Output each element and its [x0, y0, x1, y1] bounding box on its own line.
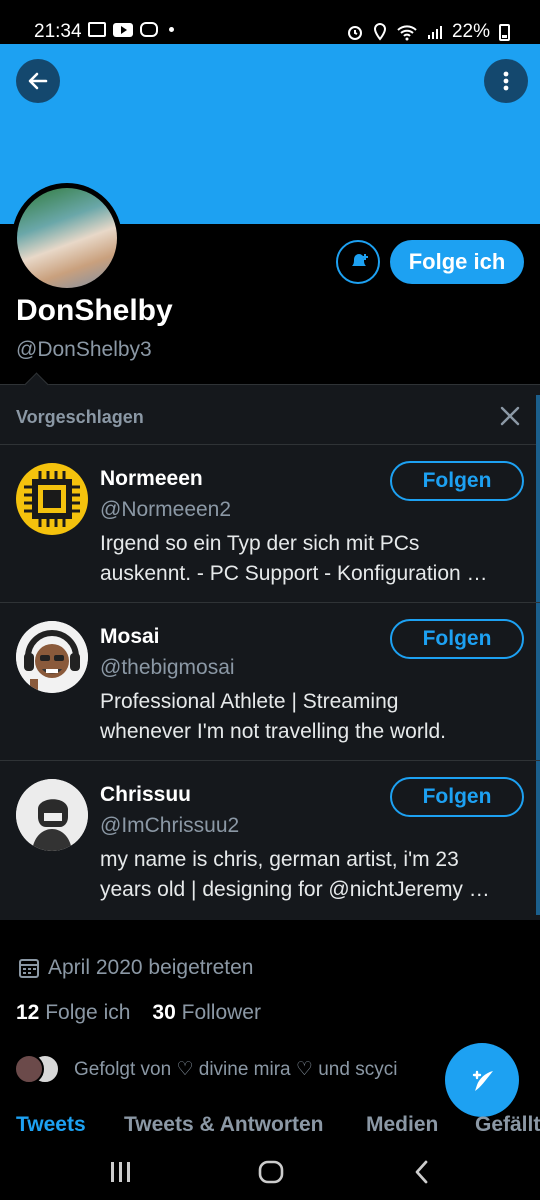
follow-user-button[interactable]: Folgen: [390, 619, 524, 659]
suggested-header: Vorgeschlagen: [0, 385, 540, 445]
calendar-icon: [19, 959, 39, 978]
compose-tweet-button[interactable]: [445, 1043, 519, 1117]
user-avatar: [16, 779, 88, 851]
sketch-avatar-icon: [16, 779, 88, 851]
location-icon: [373, 23, 386, 41]
follow-user-button[interactable]: Folgen: [390, 461, 524, 501]
battery-icon: [499, 23, 510, 41]
more-notifications-icon: [169, 27, 174, 32]
tab-likes[interactable]: Gefällt: [475, 1113, 540, 1137]
android-nav-bar: [0, 1146, 540, 1200]
user-bio: Irgend so ein Typ der sich mit PCs auske…: [100, 529, 520, 589]
mutual-avatars: [14, 1052, 62, 1086]
bio-line: whenever I'm not travelling the world.: [100, 720, 447, 743]
joined-date: April 2020 beigetreten: [18, 956, 253, 980]
follow-counts: 12 Folge ich 30 Follower: [16, 1001, 261, 1025]
user-name: Mosai: [100, 625, 160, 648]
followers-label: Follower: [181, 1001, 261, 1024]
user-bio: my name is chris, german artist, i'm 23 …: [100, 845, 520, 905]
follow-button[interactable]: Folge ich: [390, 240, 524, 284]
battery-percent: 22%: [451, 21, 490, 42]
cartoon-avatar-icon: [16, 621, 88, 693]
user-name: Normeeen: [100, 467, 203, 490]
user-handle: @ImChrissuu2: [100, 814, 240, 837]
user-bio: Professional Athlete | Streaming wheneve…: [100, 687, 520, 747]
nav-back-icon[interactable]: [410, 1158, 434, 1186]
tab-tweets[interactable]: Tweets: [16, 1113, 86, 1137]
youtube-icon: [113, 22, 133, 37]
notifications-button[interactable]: [336, 240, 380, 284]
user-avatar: [16, 621, 88, 693]
user-handle: @Normeeen2: [100, 498, 232, 521]
cpu-chip-icon: [24, 471, 80, 527]
notification-icons: [88, 22, 174, 37]
user-handle: @thebigmosai: [100, 656, 235, 679]
tab-media[interactable]: Medien: [366, 1113, 438, 1137]
signal-icon: [427, 26, 442, 39]
close-icon[interactable]: [498, 404, 522, 428]
following-count: 12: [16, 1001, 40, 1024]
discord-icon: [140, 22, 158, 37]
bio-line: my name is chris, german artist, i'm 23: [100, 848, 459, 871]
profile-name: DonShelby: [16, 294, 173, 327]
more-options-button[interactable]: [484, 59, 528, 103]
user-avatar: [16, 463, 88, 535]
suggested-panel: Vorgeschlagen Normeeen @Normeeen2 Irgend…: [0, 384, 540, 920]
bell-plus-icon: [352, 254, 368, 269]
status-bar: 21:34 22%: [0, 0, 540, 44]
profile-avatar[interactable]: [12, 183, 122, 293]
following-link[interactable]: 12 Folge ich: [16, 1001, 130, 1025]
mutual-avatar: [14, 1054, 44, 1084]
followers-link[interactable]: 30 Follower: [152, 1001, 261, 1025]
wifi-icon: [397, 25, 417, 41]
user-name: Chrissuu: [100, 783, 192, 806]
system-icons: 22%: [346, 21, 510, 43]
suggested-title: Vorgeschlagen: [16, 407, 144, 427]
followers-count: 30: [152, 1001, 176, 1024]
following-label: Folge ich: [45, 1001, 131, 1024]
bio-line: Professional Athlete | Streaming: [100, 690, 399, 713]
follow-user-button[interactable]: Folgen: [390, 777, 524, 817]
tab-tweets-replies[interactable]: Tweets & Antworten: [124, 1113, 324, 1137]
home-icon[interactable]: [257, 1158, 285, 1186]
suggested-user[interactable]: Chrissuu @ImChrissuu2 my name is chris, …: [0, 761, 540, 919]
more-vertical-icon: [503, 71, 509, 91]
followed-by[interactable]: Gefolgt von ♡ divine mira ♡ und scyci: [14, 1052, 397, 1086]
profile-tabs: Tweets Tweets & Antworten Medien Gefällt: [0, 1110, 540, 1146]
compose-tweet-icon: [472, 1070, 493, 1091]
avatar-image: [17, 188, 117, 288]
status-time: 21:34: [34, 21, 82, 42]
back-button[interactable]: [16, 59, 60, 103]
back-arrow-icon: [28, 72, 48, 90]
recents-icon[interactable]: [108, 1158, 134, 1186]
profile-handle: @DonShelby3: [16, 338, 152, 361]
bio-line: Irgend so ein Typ der sich mit PCs: [100, 532, 420, 555]
suggested-user[interactable]: Normeeen @Normeeen2 Irgend so ein Typ de…: [0, 445, 540, 603]
suggested-user[interactable]: Mosai @thebigmosai Professional Athlete …: [0, 603, 540, 761]
gallery-icon: [88, 22, 106, 37]
joined-text: April 2020 beigetreten: [48, 956, 254, 979]
followed-by-text: Gefolgt von ♡ divine mira ♡ und scyci: [74, 1058, 398, 1080]
alarm-icon: [347, 26, 362, 40]
bio-line: years old | designing for @nichtJeremy …: [100, 878, 490, 901]
bio-line: auskennt. - PC Support - Konfiguration …: [100, 562, 488, 585]
